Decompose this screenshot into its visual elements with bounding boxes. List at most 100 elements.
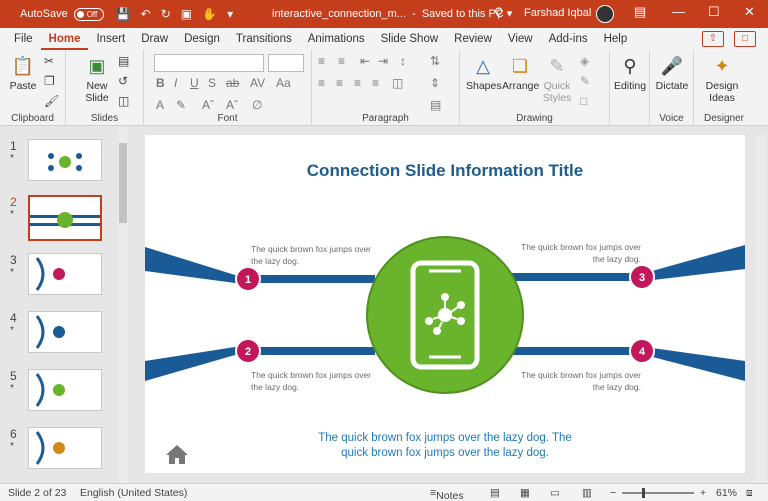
- slideshow-view-icon[interactable]: ▥: [582, 487, 592, 499]
- undo-icon[interactable]: ↶: [141, 7, 151, 21]
- shapes-button[interactable]: △ Shapes: [466, 54, 502, 92]
- shrink-font-icon[interactable]: Aˇ: [226, 98, 238, 112]
- shape-outline-icon[interactable]: ✎: [580, 74, 590, 88]
- zoom-in-icon[interactable]: +: [700, 487, 706, 499]
- right-top-line[interactable]: [505, 273, 645, 281]
- touch-mode-icon[interactable]: ✋: [202, 7, 217, 21]
- underline-icon[interactable]: U: [190, 76, 199, 90]
- tab-file[interactable]: File: [6, 28, 41, 50]
- right-bottom-line[interactable]: [505, 347, 645, 355]
- user-name[interactable]: Farshad Iqbal: [524, 7, 591, 19]
- align-right-icon[interactable]: ≡: [354, 76, 361, 90]
- caption-bottom-right[interactable]: The quick brown fox jumps over the lazy …: [517, 369, 641, 393]
- new-slide-button[interactable]: ▣ New Slide: [80, 54, 114, 104]
- bullets-icon[interactable]: ≡: [318, 54, 325, 68]
- cut-icon[interactable]: ✂: [44, 54, 54, 68]
- close-icon[interactable]: ✕: [744, 4, 755, 20]
- italic-icon[interactable]: I: [174, 76, 177, 90]
- zoom-slider-knob[interactable]: [642, 488, 645, 498]
- right-top-band[interactable]: [645, 245, 745, 281]
- font-color-icon[interactable]: A: [156, 98, 164, 112]
- slide-thumbnail-2[interactable]: [28, 195, 102, 241]
- minimize-icon[interactable]: —: [672, 4, 685, 19]
- reset-icon[interactable]: ↺: [118, 74, 128, 88]
- tab-help[interactable]: Help: [596, 28, 636, 50]
- left-bottom-band[interactable]: [145, 347, 235, 381]
- slide-sorter-icon[interactable]: ▦: [520, 487, 530, 499]
- slide-thumbnail-3[interactable]: [28, 253, 102, 295]
- layout-icon[interactable]: ▤: [118, 54, 129, 68]
- section-icon[interactable]: ◫: [118, 94, 129, 108]
- slide-thumbnail-4[interactable]: [28, 311, 102, 353]
- scrollbar-thumb[interactable]: [119, 143, 127, 223]
- zoom-out-icon[interactable]: −: [610, 487, 616, 499]
- fit-to-window-icon[interactable]: ⧈: [746, 487, 753, 500]
- paste-button[interactable]: 📋 Paste: [6, 54, 40, 92]
- columns-icon[interactable]: ◫: [392, 76, 403, 90]
- align-text-icon[interactable]: ⇕: [430, 76, 440, 90]
- tab-review[interactable]: Review: [446, 28, 500, 50]
- slide-counter[interactable]: Slide 2 of 23: [8, 487, 66, 499]
- format-painter-icon[interactable]: 🖌: [44, 94, 59, 108]
- present-icon[interactable]: ▣: [181, 7, 192, 21]
- comments-button[interactable]: □: [734, 31, 756, 47]
- copy-icon[interactable]: ❐: [44, 74, 55, 88]
- decrease-indent-icon[interactable]: ⇤: [360, 54, 370, 68]
- arrange-button[interactable]: ❏ Arrange: [502, 54, 539, 92]
- increase-indent-icon[interactable]: ⇥: [378, 54, 388, 68]
- share-button[interactable]: ⇧: [702, 31, 724, 47]
- tab-add-ins[interactable]: Add-ins: [541, 28, 596, 50]
- slide-thumbnail-6[interactable]: [28, 427, 102, 469]
- grow-font-icon[interactable]: Aˆ: [202, 98, 214, 112]
- align-center-icon[interactable]: ≡: [336, 76, 343, 90]
- design-ideas-button[interactable]: ✦ Design Ideas: [700, 54, 744, 104]
- tab-insert[interactable]: Insert: [88, 28, 133, 50]
- avatar[interactable]: [596, 5, 614, 23]
- maximize-icon[interactable]: ☐: [708, 4, 720, 20]
- smartart-icon[interactable]: ▤: [430, 98, 441, 112]
- document-title[interactable]: interactive_connection_m... - Saved to t…: [272, 7, 512, 20]
- shape-fill-icon[interactable]: ◈: [580, 54, 589, 68]
- slide-scrollbar[interactable]: [756, 135, 766, 483]
- tab-transitions[interactable]: Transitions: [228, 28, 300, 50]
- text-direction-icon[interactable]: ⇅: [430, 54, 440, 68]
- thumbnails-scrollbar[interactable]: [118, 127, 128, 483]
- reading-view-icon[interactable]: ▭: [550, 487, 560, 499]
- redo-icon[interactable]: ↻: [161, 7, 171, 21]
- notes-button[interactable]: ≡ Notes: [430, 487, 464, 501]
- zoom-slider[interactable]: [622, 488, 694, 498]
- bold-icon[interactable]: B: [156, 76, 165, 90]
- tab-design[interactable]: Design: [176, 28, 228, 50]
- editing-button[interactable]: ⚲ Editing: [612, 54, 648, 92]
- dictate-button[interactable]: 🎤 Dictate: [654, 54, 690, 92]
- strikethrough-icon[interactable]: ab: [226, 76, 239, 90]
- save-icon[interactable]: 💾: [116, 7, 131, 21]
- tab-draw[interactable]: Draw: [133, 28, 176, 50]
- slide-thumbnail-5[interactable]: [28, 369, 102, 411]
- shadow-icon[interactable]: S: [208, 76, 216, 90]
- autosave-toggle[interactable]: Off: [73, 7, 104, 21]
- slide-thumbnail-1[interactable]: [28, 139, 102, 181]
- tab-home[interactable]: Home: [40, 28, 89, 50]
- justify-icon[interactable]: ≡: [372, 76, 379, 90]
- shape-effects-icon[interactable]: □: [580, 94, 587, 108]
- slide-canvas[interactable]: Connection Slide Information Title 1 2 3…: [145, 135, 745, 473]
- language-status[interactable]: English (United States): [80, 487, 187, 499]
- left-top-band[interactable]: [145, 247, 235, 283]
- ribbon-display-icon[interactable]: ▤: [634, 4, 646, 20]
- clear-formatting-icon[interactable]: ∅: [252, 98, 262, 112]
- caption-top-left[interactable]: The quick brown fox jumps over the lazy …: [251, 243, 381, 267]
- tab-slide-show[interactable]: Slide Show: [373, 28, 447, 50]
- caption-bottom-left[interactable]: The quick brown fox jumps over the lazy …: [251, 369, 381, 393]
- normal-view-icon[interactable]: ▤: [490, 487, 500, 499]
- quick-styles-button[interactable]: ✎ Quick Styles: [540, 54, 574, 104]
- tab-animations[interactable]: Animations: [300, 28, 373, 50]
- line-spacing-icon[interactable]: ↕: [400, 54, 406, 68]
- slide-footer-text[interactable]: The quick brown fox jumps over the lazy …: [305, 431, 585, 461]
- font-name-input[interactable]: [154, 54, 264, 72]
- zoom-level[interactable]: 61%: [716, 487, 737, 499]
- caption-top-right[interactable]: The quick brown fox jumps over the lazy …: [517, 241, 641, 265]
- highlight-icon[interactable]: ✎: [176, 98, 186, 112]
- right-bottom-band[interactable]: [645, 347, 745, 381]
- search-icon[interactable]: ⚲: [494, 5, 504, 21]
